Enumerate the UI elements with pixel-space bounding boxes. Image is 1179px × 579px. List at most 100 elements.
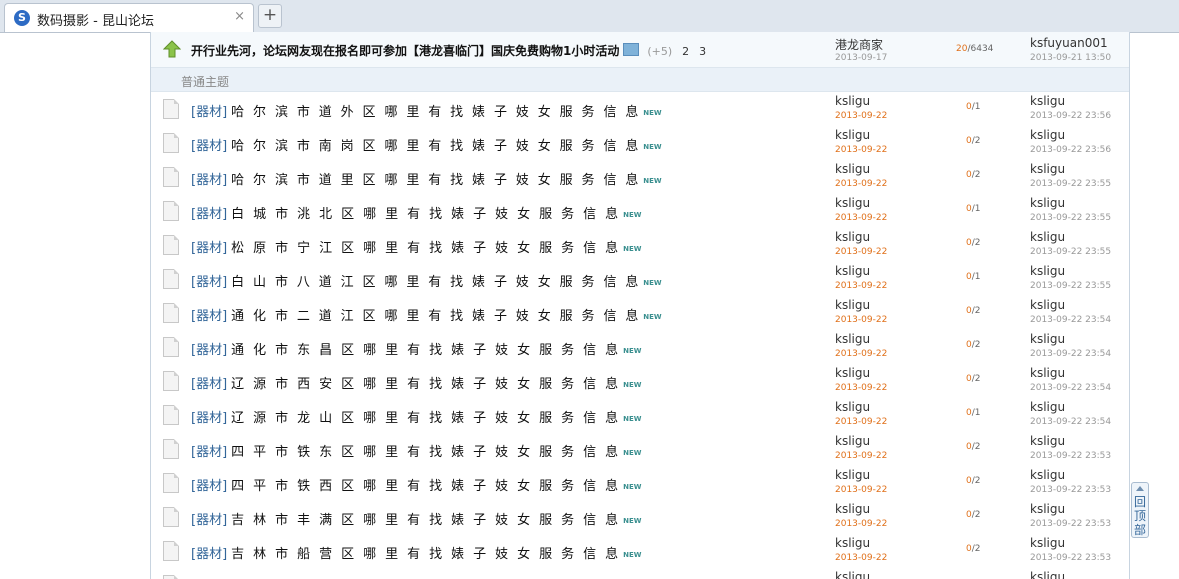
thread-category[interactable]: [器材] — [191, 207, 227, 222]
thread-author[interactable]: ksligu — [835, 196, 870, 210]
thread-author[interactable]: ksligu — [835, 128, 870, 142]
thread-category[interactable]: [器材] — [191, 343, 227, 358]
thread-title-text[interactable]: 白山市八道江区哪里有找婊子妓女服务信息 — [231, 275, 647, 290]
thread-title[interactable]: [器材] 辽源市西安区哪里有找婊子妓女服务信息NEW — [191, 373, 642, 392]
last-post-date[interactable]: 2013-09-22 23:55 — [1030, 213, 1111, 223]
last-post-date[interactable]: 2013-09-22 23:55 — [1030, 179, 1111, 189]
thread-category[interactable]: [器材] — [191, 479, 227, 494]
thread-title-text[interactable]: 辽源市龙山区哪里有找婊子妓女服务信息 — [231, 411, 627, 426]
thread-title-text[interactable]: 白城市洮北区哪里有找婊子妓女服务信息 — [231, 207, 627, 222]
last-post-date[interactable]: 2013-09-22 23:56 — [1030, 145, 1111, 155]
document-icon[interactable] — [163, 575, 179, 579]
last-poster[interactable]: ksligu — [1030, 468, 1065, 482]
page-link-3[interactable]: 3 — [699, 45, 706, 58]
thread-category[interactable]: [器材] — [191, 139, 227, 154]
thread-author[interactable]: ksligu — [835, 298, 870, 312]
thread-category[interactable]: [器材] — [191, 241, 227, 256]
thread-category[interactable]: [器材] — [191, 173, 227, 188]
document-icon[interactable] — [163, 99, 179, 119]
thread-title[interactable]: [器材] 通化市二道江区哪里有找婊子妓女服务信息NEW — [191, 305, 662, 324]
last-poster[interactable]: ksligu — [1030, 434, 1065, 448]
thread-title[interactable]: [器材] 辽源市龙山区哪里有找婊子妓女服务信息NEW — [191, 407, 642, 426]
last-poster[interactable]: ksligu — [1030, 570, 1065, 579]
thread-author[interactable]: ksligu — [835, 502, 870, 516]
thread-title[interactable]: [器材] 吉林市丰满区哪里有找婊子妓女服务信息NEW — [191, 509, 642, 528]
document-icon[interactable] — [163, 337, 179, 357]
document-icon[interactable] — [163, 439, 179, 459]
last-post-date[interactable]: 2013-09-22 23:53 — [1030, 451, 1111, 461]
thread-category[interactable]: [器材] — [191, 377, 227, 392]
last-post-date[interactable]: 2013-09-22 23:53 — [1030, 485, 1111, 495]
document-icon[interactable] — [163, 201, 179, 221]
thread-title-text[interactable]: 哈尔滨市道里区哪里有找婊子妓女服务信息 — [231, 173, 647, 188]
thread-author[interactable]: ksligu — [835, 570, 870, 579]
last-post-date[interactable]: 2013-09-22 23:56 — [1030, 111, 1111, 121]
last-poster[interactable]: ksligu — [1030, 230, 1065, 244]
sticky-thread-title[interactable]: 开行业先河，论坛网友现在报名即可参加【港龙喜临门】国庆免费购物1小时活动 (+5)… — [191, 42, 706, 59]
thread-author[interactable]: ksligu — [835, 434, 870, 448]
thread-title-text[interactable]: 哈尔滨市道外区哪里有找婊子妓女服务信息 — [231, 105, 647, 120]
last-post-date[interactable]: 2013-09-22 23:54 — [1030, 383, 1111, 393]
document-icon[interactable] — [163, 473, 179, 493]
thread-category[interactable]: [器材] — [191, 275, 227, 290]
back-to-top-button[interactable]: 回顶部 — [1131, 482, 1149, 538]
thread-title-text[interactable]: 哈尔滨市南岗区哪里有找婊子妓女服务信息 — [231, 139, 647, 154]
thread-title-text[interactable]: 通化市二道江区哪里有找婊子妓女服务信息 — [231, 309, 647, 324]
thread-title[interactable]: [器材] 哈尔滨市道里区哪里有找婊子妓女服务信息NEW — [191, 169, 662, 188]
document-icon[interactable] — [163, 133, 179, 153]
thread-author[interactable]: ksligu — [835, 468, 870, 482]
thread-title-text[interactable]: 四平市铁东区哪里有找婊子妓女服务信息 — [231, 445, 627, 460]
thread-author[interactable]: ksligu — [835, 230, 870, 244]
thread-title-text[interactable]: 吉林市船营区哪里有找婊子妓女服务信息 — [231, 547, 627, 562]
thread-title[interactable]: [器材] 白山市八道江区哪里有找婊子妓女服务信息NEW — [191, 271, 662, 290]
document-icon[interactable] — [163, 507, 179, 527]
thread-title[interactable]: [器材] 吉林市船营区哪里有找婊子妓女服务信息NEW — [191, 543, 642, 562]
thread-title[interactable]: [器材] 四平市铁东区哪里有找婊子妓女服务信息NEW — [191, 441, 642, 460]
last-post-date[interactable]: 2013-09-22 23:55 — [1030, 281, 1111, 291]
last-post-date[interactable]: 2013-09-22 23:55 — [1030, 247, 1111, 257]
sticky-last-date[interactable]: 2013-09-21 13:50 — [1030, 53, 1111, 63]
thread-category[interactable]: [器材] — [191, 105, 227, 120]
thread-author[interactable]: ksligu — [835, 94, 870, 108]
thread-category[interactable]: [器材] — [191, 513, 227, 528]
thread-title[interactable]: [器材] 白城市洮北区哪里有找婊子妓女服务信息NEW — [191, 203, 642, 222]
thread-title-text[interactable]: 通化市东昌区哪里有找婊子妓女服务信息 — [231, 343, 627, 358]
thread-category[interactable]: [器材] — [191, 445, 227, 460]
last-poster[interactable]: ksligu — [1030, 298, 1065, 312]
browser-tab[interactable]: S 数码摄影 - 昆山论坛 × — [4, 3, 254, 32]
last-post-date[interactable]: 2013-09-22 23:54 — [1030, 417, 1111, 427]
thread-author[interactable]: ksligu — [835, 264, 870, 278]
thread-category[interactable]: [器材] — [191, 547, 227, 562]
last-poster[interactable]: ksligu — [1030, 400, 1065, 414]
last-post-date[interactable]: 2013-09-22 23:53 — [1030, 519, 1111, 529]
thread-title[interactable]: [器材] 松原市宁江区哪里有找婊子妓女服务信息NEW — [191, 237, 642, 256]
thread-author[interactable]: ksligu — [835, 162, 870, 176]
thread-author[interactable]: ksligu — [835, 536, 870, 550]
sticky-last-poster[interactable]: ksfuyuan001 — [1030, 36, 1108, 50]
page-link-2[interactable]: 2 — [682, 45, 689, 58]
sticky-title-text[interactable]: 开行业先河，论坛网友现在报名即可参加【港龙喜临门】国庆免费购物1小时活动 — [191, 44, 619, 58]
thread-title-text[interactable]: 吉林市丰满区哪里有找婊子妓女服务信息 — [231, 513, 627, 528]
last-poster[interactable]: ksligu — [1030, 332, 1065, 346]
last-poster[interactable]: ksligu — [1030, 162, 1065, 176]
thread-title[interactable]: [器材] 四平市铁西区哪里有找婊子妓女服务信息NEW — [191, 475, 642, 494]
last-poster[interactable]: ksligu — [1030, 536, 1065, 550]
last-post-date[interactable]: 2013-09-22 23:54 — [1030, 315, 1111, 325]
document-icon[interactable] — [163, 541, 179, 561]
thread-title[interactable]: [器材] 哈尔滨市南岗区哪里有找婊子妓女服务信息NEW — [191, 135, 662, 154]
sticky-author[interactable]: 港龙商家 — [835, 36, 883, 53]
last-poster[interactable]: ksligu — [1030, 264, 1065, 278]
last-poster[interactable]: ksligu — [1030, 128, 1065, 142]
document-icon[interactable] — [163, 371, 179, 391]
thread-title-text[interactable]: 辽源市西安区哪里有找婊子妓女服务信息 — [231, 377, 627, 392]
last-poster[interactable]: ksligu — [1030, 196, 1065, 210]
close-icon[interactable]: × — [234, 9, 245, 24]
last-post-date[interactable]: 2013-09-22 23:54 — [1030, 349, 1111, 359]
last-poster[interactable]: ksligu — [1030, 502, 1065, 516]
thread-author[interactable]: ksligu — [835, 400, 870, 414]
thread-author[interactable]: ksligu — [835, 332, 870, 346]
thread-category[interactable]: [器材] — [191, 309, 227, 324]
last-poster[interactable]: ksligu — [1030, 366, 1065, 380]
document-icon[interactable] — [163, 303, 179, 323]
new-tab-button[interactable]: + — [258, 4, 282, 28]
